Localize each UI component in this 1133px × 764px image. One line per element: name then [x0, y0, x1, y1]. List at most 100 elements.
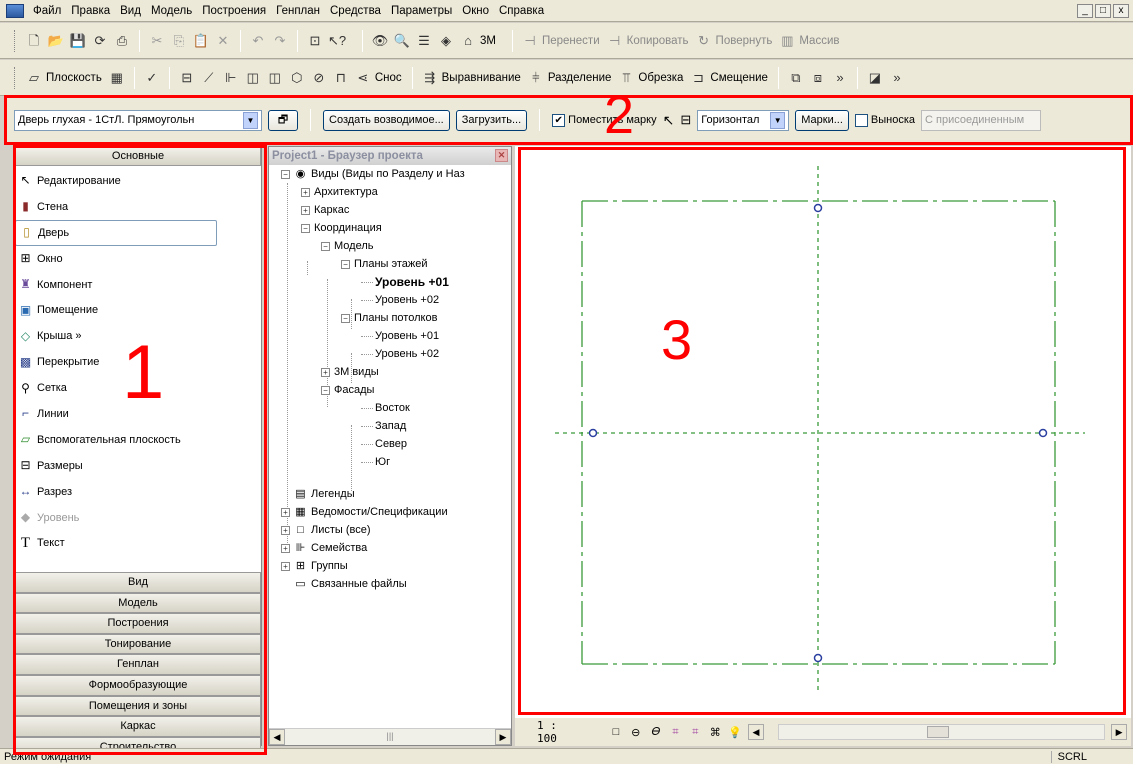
- new-file-icon[interactable]: 🗋: [25, 32, 43, 50]
- tree-item[interactable]: ▭ Связанные файлы: [281, 575, 406, 593]
- app-logo-icon[interactable]: [6, 3, 24, 18]
- move-icon[interactable]: ⊣: [521, 32, 539, 50]
- delete-icon[interactable]: ✕: [214, 32, 232, 50]
- scroll-left-icon[interactable]: ◀: [269, 729, 285, 745]
- rotate-button[interactable]: Повернуть: [716, 35, 773, 47]
- align-icon[interactable]: ⇶: [421, 69, 439, 87]
- save-icon[interactable]: 💾: [69, 32, 87, 50]
- scroll-left-icon[interactable]: ◀: [748, 724, 764, 740]
- paint-icon[interactable]: ⊘: [310, 69, 328, 87]
- render-icon[interactable]: ◪: [866, 69, 884, 87]
- model-graphics-icon[interactable]: ⊖: [629, 726, 643, 739]
- reveal-hidden-icon[interactable]: 💡: [728, 726, 742, 739]
- tags-button[interactable]: Марки...: [795, 109, 849, 131]
- split-button[interactable]: Разделение: [548, 72, 612, 84]
- menu-file[interactable]: Файл: [28, 5, 66, 17]
- menu-help[interactable]: Справка: [494, 5, 549, 17]
- trim-button[interactable]: Обрезка: [638, 72, 683, 84]
- scroll-grip-icon[interactable]: |||: [386, 731, 393, 745]
- window-tool-2-icon[interactable]: ◫: [266, 69, 284, 87]
- trim-icon[interactable]: ⫪: [617, 69, 635, 87]
- expand-icon[interactable]: +: [321, 367, 330, 377]
- tool-window[interactable]: ⊞ Окно: [15, 246, 261, 272]
- shadows-icon[interactable]: 𝛳: [649, 726, 663, 739]
- redo-icon[interactable]: ↷: [271, 32, 289, 50]
- split-face-icon[interactable]: ⊓: [332, 69, 350, 87]
- elevation-marker[interactable]: [813, 653, 823, 663]
- open-file-icon[interactable]: 📂: [47, 32, 65, 50]
- print-icon[interactable]: ⎙: [113, 32, 131, 50]
- tree-item[interactable]: Юг: [361, 453, 390, 471]
- design-bar-tab-structure[interactable]: Каркас: [15, 716, 261, 737]
- design-bar-tab-model[interactable]: Модель: [15, 592, 261, 614]
- expand-icon[interactable]: +: [301, 187, 310, 197]
- design-bar-tab-massing[interactable]: Формообразующие: [15, 674, 261, 696]
- chevron-down-icon[interactable]: ▼: [243, 111, 258, 129]
- demolish-button[interactable]: Снос: [375, 72, 402, 84]
- zoom-icon[interactable]: 🔍: [393, 32, 411, 50]
- 3d-view-icon[interactable]: ⌂: [459, 32, 477, 50]
- sync-icon[interactable]: ⟳: [91, 32, 109, 50]
- dimension-icon[interactable]: ⊟: [178, 69, 196, 87]
- tree-item[interactable]: − Модель: [321, 237, 373, 255]
- visibility-icon[interactable]: 👁: [371, 32, 389, 50]
- menu-drafting[interactable]: Построения: [197, 5, 271, 17]
- crop-visibility-icon[interactable]: ⌗: [688, 726, 702, 739]
- tool-level[interactable]: ◆ Уровень: [15, 505, 261, 531]
- minimize-button[interactable]: _: [1077, 3, 1093, 18]
- tree-item[interactable]: Уровень +02: [361, 291, 439, 309]
- tag-checkbox[interactable]: ✔: [552, 113, 566, 127]
- split-icon[interactable]: ⫩: [527, 69, 545, 87]
- orientation-select[interactable]: Горизонтал ▼: [697, 109, 790, 131]
- type-selector[interactable]: Дверь глухая - 1СтЛ. Прямоугольн ▼: [14, 109, 262, 131]
- collapse-icon[interactable]: −: [301, 223, 310, 233]
- menu-settings[interactable]: Параметры: [386, 5, 457, 17]
- shading-icon[interactable]: ◈: [437, 32, 455, 50]
- paste-icon[interactable]: 📋: [192, 32, 210, 50]
- design-bar-tab-basics[interactable]: Основные: [15, 147, 261, 166]
- tool-component[interactable]: ♜ Компонент: [15, 272, 261, 298]
- tree-item[interactable]: − Фасады: [321, 381, 374, 399]
- close-button[interactable]: x: [1113, 3, 1129, 18]
- help-cursor-icon[interactable]: ↖?: [328, 32, 346, 50]
- load-button[interactable]: Загрузить...: [455, 109, 528, 131]
- expand-icon[interactable]: +: [281, 525, 290, 535]
- menu-edit[interactable]: Правка: [66, 5, 115, 17]
- tool-door[interactable]: ▯ Дверь: [15, 219, 217, 246]
- toolbar-overflow-2-icon[interactable]: »: [888, 69, 906, 87]
- rotate-icon[interactable]: ↻: [695, 32, 713, 50]
- expand-icon[interactable]: +: [281, 543, 290, 553]
- expand-icon[interactable]: +: [301, 205, 310, 215]
- hide-isolate-icon[interactable]: ⌘: [708, 726, 722, 739]
- tool-dimension[interactable]: ⊟ Размеры: [15, 453, 261, 479]
- tool-modify[interactable]: ↖ Редактирование: [15, 168, 261, 194]
- tool-room[interactable]: ▣ Помещение: [15, 297, 261, 323]
- offset-button[interactable]: Смещение: [710, 72, 768, 84]
- tree-item[interactable]: Север: [361, 435, 407, 453]
- design-bar-tab-view[interactable]: Вид: [15, 572, 261, 593]
- tree-item[interactable]: + ▦ Ведомости/Спецификации: [281, 503, 448, 521]
- create-host-button[interactable]: Создать возводимое...: [323, 109, 450, 131]
- scroll-right-icon[interactable]: ▶: [1111, 724, 1127, 740]
- window-tool-icon[interactable]: ◫: [244, 69, 262, 87]
- cut-icon[interactable]: ✂: [148, 32, 166, 50]
- menu-window[interactable]: Окно: [457, 5, 494, 17]
- collapse-icon[interactable]: −: [321, 241, 330, 251]
- scroll-right-icon[interactable]: ▶: [494, 729, 511, 745]
- toolbar-grip[interactable]: [14, 29, 17, 52]
- thin-lines-icon[interactable]: ☰: [415, 32, 433, 50]
- menu-view[interactable]: Вид: [115, 5, 146, 17]
- pick-icon[interactable]: ⟋: [200, 69, 218, 87]
- leader-end-select[interactable]: С присоединенным: [921, 109, 1042, 131]
- tool-wall[interactable]: ▮ Стена: [15, 194, 261, 220]
- expand-icon[interactable]: +: [281, 507, 290, 517]
- tree-item[interactable]: + ⊞ Группы: [281, 557, 348, 575]
- group-icon[interactable]: ⧉: [787, 69, 805, 87]
- match-icon[interactable]: ⬡: [288, 69, 306, 87]
- tree-item[interactable]: Запад: [361, 417, 406, 435]
- design-bar-tab-drafting[interactable]: Построения: [15, 613, 261, 634]
- toolbar-grip[interactable]: [14, 66, 17, 89]
- detail-level-icon[interactable]: □: [609, 726, 623, 738]
- undo-icon[interactable]: ↶: [249, 32, 267, 50]
- type-properties-icon[interactable]: ⊡: [306, 32, 324, 50]
